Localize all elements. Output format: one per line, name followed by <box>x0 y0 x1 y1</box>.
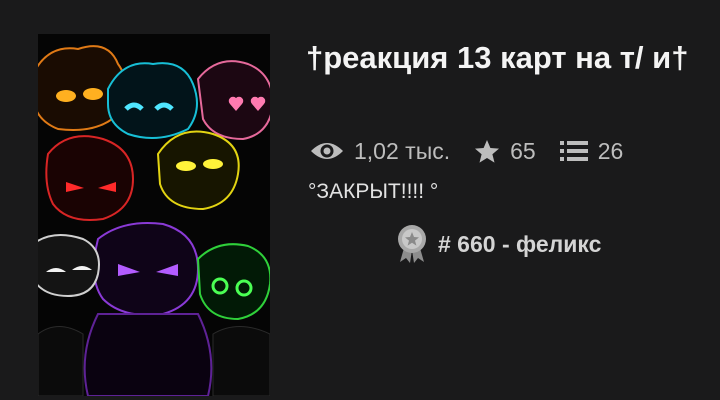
story-cover[interactable] <box>38 34 270 396</box>
red-character <box>45 135 135 221</box>
stars-stat: 65 <box>474 138 536 165</box>
parts-stat: 26 <box>559 137 624 165</box>
views-stat: 1,02 тыс. <box>310 138 450 165</box>
story-rank[interactable]: # 660 - феликс <box>396 224 601 264</box>
white-character <box>38 234 100 298</box>
eye-icon <box>311 143 343 159</box>
pink-character <box>196 60 270 141</box>
stars-count: 65 <box>510 137 536 164</box>
parts-count: 26 <box>597 137 624 164</box>
green-character <box>196 243 270 321</box>
views-count: 1,02 тыс. <box>354 137 451 164</box>
story-stats: 1,02 тыс. 65 26 <box>310 136 623 166</box>
cyan-character <box>107 62 198 139</box>
rank-label: # 660 - феликс <box>438 230 602 257</box>
cover-image <box>38 34 270 396</box>
rank-badge-icon <box>398 225 426 263</box>
story-title[interactable]: †реакция 13 карт на т/ и† <box>306 38 706 78</box>
star-icon <box>475 139 500 163</box>
story-status: °ЗАКРЫТ!!!! ° <box>308 180 439 203</box>
list-icon <box>559 141 588 161</box>
yellow-character <box>156 130 240 211</box>
